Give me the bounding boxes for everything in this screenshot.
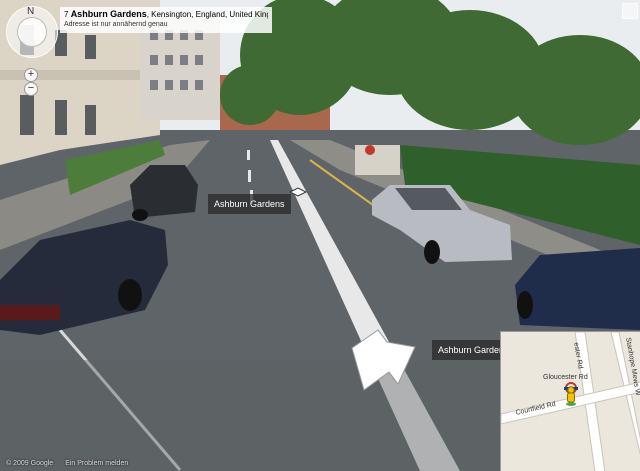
- pegman-icon[interactable]: [564, 386, 578, 406]
- report-problem-link[interactable]: Ein Problem melden: [65, 460, 128, 467]
- address-line: 7 Ashburn Gardens, Kensington, England, …: [64, 9, 268, 20]
- minimap[interactable]: ester Rd Stanhope Mews W Gloucester Rd C…: [500, 331, 640, 471]
- right-wall: [355, 145, 400, 175]
- address-box: 7 Ashburn Gardens, Kensington, England, …: [60, 7, 272, 33]
- zoom-out-button[interactable]: −: [24, 82, 38, 96]
- street-view-window[interactable]: N + − 7 Ashburn Gardens, Kensington, Eng…: [0, 0, 640, 471]
- north-indicator: N: [27, 6, 35, 17]
- map-label-gloucester-rd: Gloucester Rd: [543, 374, 588, 381]
- copyright-text: © 2009 Google: [6, 459, 54, 467]
- address-accuracy-note: Adresse ist nur annähernd genau: [64, 21, 168, 28]
- address-locality: , Kensington, England, United Kingdom: [146, 10, 268, 19]
- compass-icon[interactable]: [17, 17, 47, 47]
- address-street: Ashburn Gardens: [70, 9, 147, 19]
- street-label-center[interactable]: Ashburn Gardens: [208, 194, 291, 214]
- navigation-control[interactable]: N: [6, 6, 58, 58]
- fullscreen-icon[interactable]: [622, 3, 638, 19]
- zoom-in-button[interactable]: +: [24, 68, 38, 82]
- no-entry-sign: [365, 145, 375, 155]
- address-number: 7: [64, 10, 69, 19]
- footer: © 2009 Google Ein Problem melden: [0, 456, 128, 470]
